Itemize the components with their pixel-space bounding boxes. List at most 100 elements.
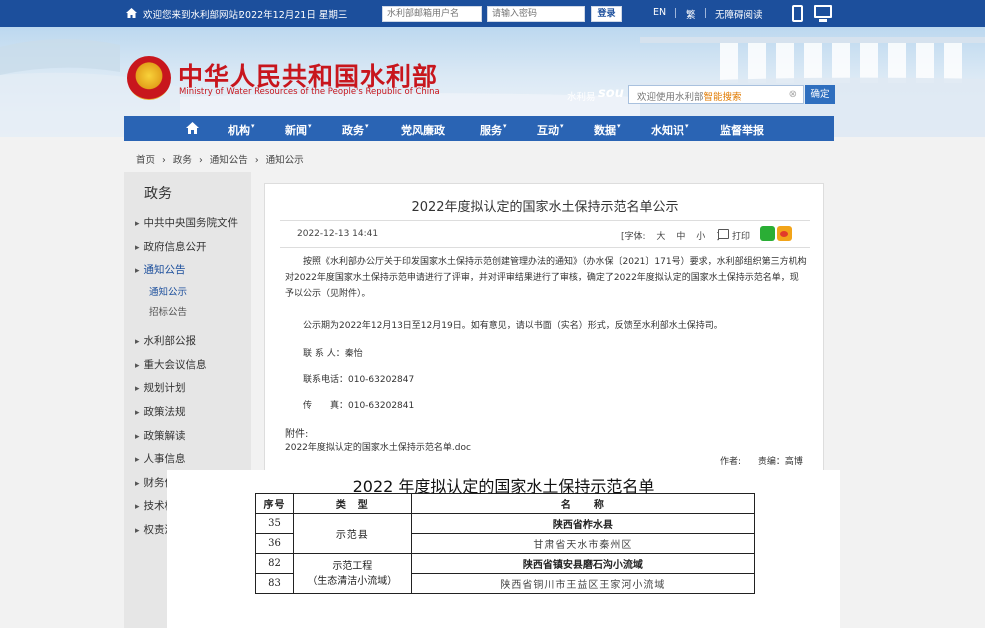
- font-size-controls: [字体: 大 中 小 ]: [621, 229, 720, 242]
- font-small-button[interactable]: 小: [696, 232, 705, 242]
- article-title: 2022年度拟认定的国家水土保持示范名单公示: [411, 200, 679, 215]
- row-number: 83: [255, 573, 294, 594]
- font-large-button[interactable]: 大: [656, 232, 665, 242]
- row-name: 甘肃省天水市秦州区: [410, 533, 756, 554]
- breadcrumb-separator: ›: [162, 155, 166, 166]
- row-name: 陕西省铜川市王益区王家河小流域: [410, 573, 756, 594]
- divider: [280, 220, 810, 221]
- nav-item-party-integrity[interactable]: 党风廉政: [401, 122, 445, 138]
- main-nav: 机构▾ 新闻▾ 政务▾ 党风廉政 服务▾ 互动▾ 数据▾ 水知识▾ 监督举报: [124, 116, 834, 141]
- breadcrumb-government[interactable]: 政务: [173, 155, 192, 166]
- sidebar-title: 政务: [144, 186, 172, 202]
- publish-date: 2022-12-13 14:41: [297, 229, 379, 239]
- traditional-chinese-link[interactable]: 繁: [686, 7, 696, 21]
- breadcrumb: 首页 › 政务 › 通知公告 › 通知公示: [136, 152, 308, 166]
- chevron-down-icon: ▾: [503, 122, 507, 130]
- sidebar-item-meetings[interactable]: 重大会议信息: [135, 357, 207, 372]
- row-type: 示范县: [292, 513, 412, 554]
- top-bar: 欢迎您来到水利部网站! 2022年12月21日 星期三 登录 EN 繁 无障碍阅…: [0, 0, 985, 27]
- search-placeholder: 欢迎使用水利部智能搜索: [637, 92, 742, 103]
- divider: [705, 8, 706, 18]
- breadcrumb-separator: ›: [198, 155, 203, 166]
- chevron-down-icon: ▾: [685, 122, 689, 130]
- table-row: 35 示范县 陕西省柞水县: [255, 513, 756, 554]
- divider: [280, 247, 810, 248]
- password-input[interactable]: [487, 6, 585, 22]
- breadcrumb-separator: ›: [254, 155, 259, 166]
- site-subtitle: Ministry of Water Resources of the Peopl…: [179, 87, 440, 97]
- nav-item-services[interactable]: 服务▾: [480, 122, 507, 138]
- attachment-link[interactable]: 2022年度拟认定的国家水土保持示范名单.doc: [285, 440, 471, 453]
- row-number: 82: [255, 553, 294, 574]
- nav-item-organization[interactable]: 机构▾: [228, 122, 255, 138]
- editor-label: 责编：高博: [757, 457, 803, 467]
- sidebar-sub-notice-publicity[interactable]: 通知公示: [149, 284, 187, 298]
- sidebar-item-policy-interpretation[interactable]: 政策解读: [135, 428, 186, 443]
- sidebar-item-bulletin[interactable]: 水利部公报: [135, 333, 197, 348]
- row-number: 35: [255, 513, 294, 534]
- nav-item-supervision-report[interactable]: 监督举报: [720, 122, 764, 138]
- home-icon[interactable]: [186, 122, 199, 134]
- attachment-table-image: 2022 年度拟认定的国家水土保持示范名单 序号 类 型 名 称 35 示范县 …: [167, 470, 840, 628]
- breadcrumb-notices[interactable]: 通知公告: [210, 155, 248, 166]
- row-type-line: 示范工程: [332, 560, 373, 572]
- row-name: 陕西省柞水县: [410, 513, 756, 534]
- font-medium-button[interactable]: 中: [676, 232, 685, 242]
- search-button[interactable]: 确定: [805, 85, 835, 104]
- nav-item-government[interactable]: 政务▾: [342, 122, 369, 138]
- breadcrumb-notice-publicity[interactable]: 通知公示: [266, 155, 304, 166]
- sidebar-item-info-disclosure[interactable]: 政府信息公开: [135, 239, 207, 254]
- row-type-line: （生态清洁小流域）: [307, 575, 398, 587]
- sidebar-sub-bidding[interactable]: 招标公告: [149, 304, 187, 318]
- search-input[interactable]: 欢迎使用水利部智能搜索 ⊗: [628, 85, 804, 104]
- accessible-reading-link[interactable]: 无障碍阅读: [715, 7, 763, 21]
- row-number: 36: [255, 533, 294, 554]
- clear-icon[interactable]: ⊗: [789, 89, 797, 100]
- contact-person: 联 系 人：秦怡: [303, 349, 363, 359]
- table-header-row: 序号 类 型 名 称: [255, 493, 756, 514]
- contact-phone: 联系电话：010-63202847: [303, 375, 415, 385]
- print-icon[interactable]: [718, 229, 729, 239]
- nav-item-news[interactable]: 新闻▾: [285, 122, 312, 138]
- header-number: 序号: [255, 493, 294, 514]
- nav-item-data[interactable]: 数据▾: [594, 122, 621, 138]
- demonstration-list-table: 序号 类 型 名 称 35 示范县 陕西省柞水县 36 甘肃省天水市秦州区 82…: [255, 493, 756, 594]
- sidebar-item-regulations[interactable]: 政策法规: [135, 404, 186, 419]
- divider: [675, 8, 676, 18]
- nav-item-interaction[interactable]: 互动▾: [537, 122, 564, 138]
- sidebar-item-notices[interactable]: 通知公告: [135, 262, 186, 277]
- wechat-share-icon[interactable]: [760, 226, 775, 241]
- home-icon[interactable]: [126, 8, 137, 18]
- search-logo: sou: [598, 86, 624, 101]
- current-date: 2022年12月21日 星期三: [239, 10, 348, 21]
- sidebar-item-personnel[interactable]: 人事信息: [135, 451, 186, 466]
- contact-fax: 传 真：010-63202841: [303, 401, 415, 411]
- nav-item-water-knowledge[interactable]: 水知识▾: [651, 122, 689, 138]
- username-input[interactable]: [382, 6, 482, 22]
- chevron-down-icon: ▾: [365, 122, 369, 130]
- attachment-label: 附件:: [285, 429, 309, 440]
- row-type: 示范工程 （生态清洁小流域）: [292, 553, 412, 594]
- chevron-down-icon: ▾: [308, 122, 312, 130]
- weibo-share-icon[interactable]: [777, 226, 792, 241]
- login-button[interactable]: 登录: [591, 6, 622, 22]
- header-type: 类 型: [292, 493, 412, 514]
- national-emblem: [127, 56, 171, 100]
- chevron-down-icon: ▾: [617, 122, 621, 130]
- sidebar-item-central-documents[interactable]: 中共中央国务院文件: [135, 215, 239, 230]
- welcome-text: 欢迎您来到水利部网站!: [143, 10, 242, 21]
- mobile-icon[interactable]: [792, 5, 803, 22]
- header-name: 名 称: [410, 493, 756, 514]
- chevron-down-icon: ▾: [560, 122, 564, 130]
- article-paragraph: 公示期为2022年12月13日至12月19日。如有意见，请以书面（实名）形式，反…: [303, 321, 723, 331]
- print-button[interactable]: 打印: [732, 229, 750, 242]
- desktop-icon[interactable]: [814, 5, 832, 22]
- sidebar-item-planning[interactable]: 规划计划: [135, 380, 186, 395]
- font-label: [字体:: [621, 232, 646, 242]
- breadcrumb-home[interactable]: 首页: [136, 155, 155, 166]
- author-label: 作者:: [720, 457, 742, 467]
- english-link[interactable]: EN: [653, 7, 666, 18]
- row-name: 陕西省镇安县磨石沟小流域: [410, 553, 756, 574]
- author-line: 作者: 责编：高博: [720, 454, 803, 467]
- chevron-down-icon: ▾: [251, 122, 255, 130]
